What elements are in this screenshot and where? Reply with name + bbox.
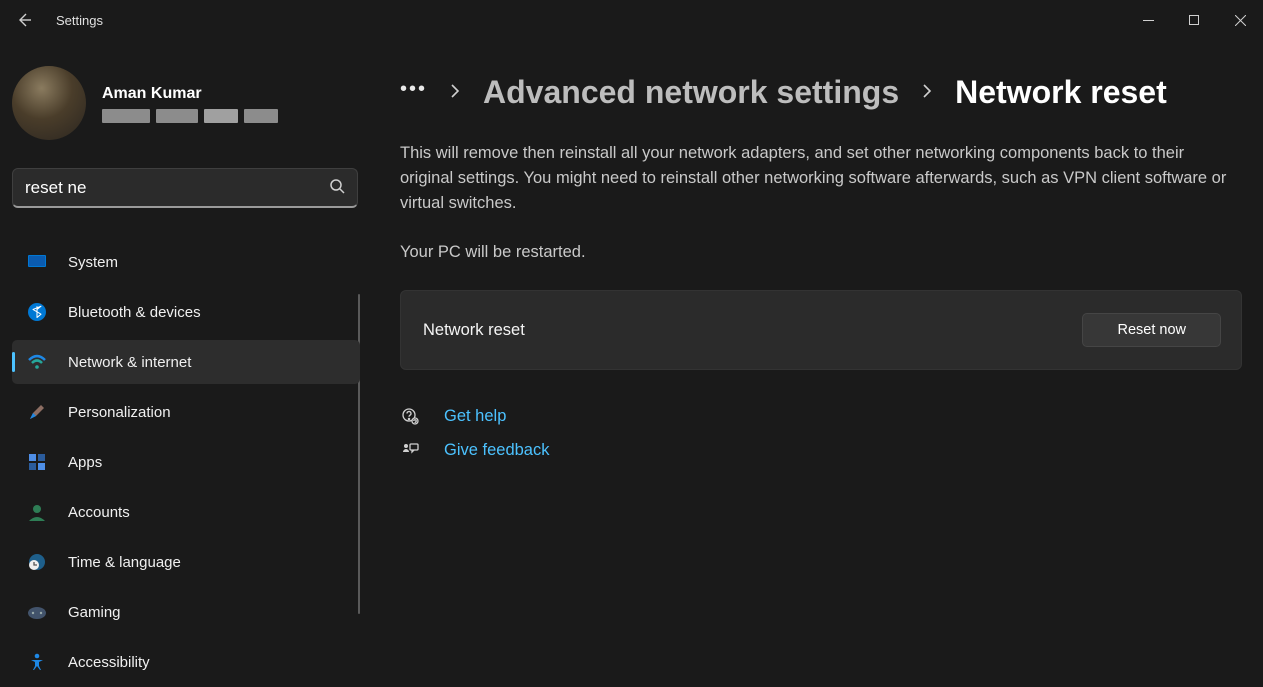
accessibility-icon [26,651,48,673]
sidebar-item-label: Apps [68,454,102,471]
redacted-block [102,109,150,123]
sidebar-item-system[interactable]: System [12,240,360,284]
sidebar-item-label: Accessibility [68,654,150,671]
reset-now-button[interactable]: Reset now [1082,313,1221,347]
sidebar-item-label: Accounts [68,504,130,521]
search-box[interactable] [12,168,358,208]
get-help-row: Get help [400,406,1245,426]
sidebar-item-label: Personalization [68,404,171,421]
maximize-icon [1189,15,1200,26]
breadcrumb: ••• Advanced network settings Network re… [400,74,1245,111]
avatar [12,66,86,140]
minimize-button[interactable] [1125,4,1171,36]
sidebar-item-time-language[interactable]: Time & language [12,540,360,584]
arrow-left-icon [16,12,32,28]
sidebar: Aman Kumar System [0,40,360,687]
shell: Aman Kumar System [0,40,1263,687]
sidebar-nav: System Bluetooth & devices Network & int… [12,240,360,684]
close-icon [1235,15,1246,26]
sidebar-item-label: Time & language [68,554,181,571]
redacted-block [244,109,278,123]
minimize-icon [1143,15,1154,26]
person-icon [26,501,48,523]
get-help-link[interactable]: Get help [444,407,506,426]
main-content: ••• Advanced network settings Network re… [360,40,1263,687]
sidebar-item-label: Bluetooth & devices [68,304,201,321]
sidebar-item-network[interactable]: Network & internet [12,340,360,384]
redacted-block [204,109,238,123]
user-email-redacted [102,109,278,123]
give-feedback-link[interactable]: Give feedback [444,441,549,460]
clock-globe-icon [26,551,48,573]
breadcrumb-parent[interactable]: Advanced network settings [483,74,899,111]
close-button[interactable] [1217,4,1263,36]
app-title: Settings [56,13,103,28]
sidebar-item-accessibility[interactable]: Accessibility [12,640,360,684]
sidebar-item-label: Network & internet [68,354,191,371]
maximize-button[interactable] [1171,4,1217,36]
system-icon [26,251,48,273]
card-title: Network reset [423,321,525,340]
redacted-block [156,109,198,123]
help-icon [400,406,420,426]
sidebar-item-gaming[interactable]: Gaming [12,590,360,634]
footer-links: Get help Give feedback [400,406,1245,460]
network-reset-card: Network reset Reset now [400,290,1242,370]
description-text: This will remove then reinstall all your… [400,141,1240,215]
breadcrumb-current: Network reset [955,74,1167,111]
paintbrush-icon [26,401,48,423]
search-icon[interactable] [329,178,345,197]
restart-notice: Your PC will be restarted. [400,243,1245,262]
chevron-right-icon [449,83,461,102]
titlebar-left: Settings [12,8,103,32]
sidebar-item-label: Gaming [68,604,121,621]
chevron-right-icon [921,83,933,102]
wifi-icon [26,351,48,373]
feedback-icon [400,440,420,460]
user-text: Aman Kumar [102,83,278,123]
titlebar: Settings [0,0,1263,40]
search-input[interactable] [25,178,329,198]
user-name: Aman Kumar [102,83,278,105]
back-button[interactable] [12,8,36,32]
sidebar-item-accounts[interactable]: Accounts [12,490,360,534]
give-feedback-row: Give feedback [400,440,1245,460]
apps-icon [26,451,48,473]
sidebar-item-label: System [68,254,118,271]
user-profile[interactable]: Aman Kumar [12,66,360,140]
sidebar-item-bluetooth[interactable]: Bluetooth & devices [12,290,360,334]
window-controls [1125,4,1263,36]
sidebar-item-apps[interactable]: Apps [12,440,360,484]
bluetooth-icon [26,301,48,323]
gamepad-icon [26,601,48,623]
breadcrumb-overflow[interactable]: ••• [400,78,427,107]
sidebar-item-personalization[interactable]: Personalization [12,390,360,434]
